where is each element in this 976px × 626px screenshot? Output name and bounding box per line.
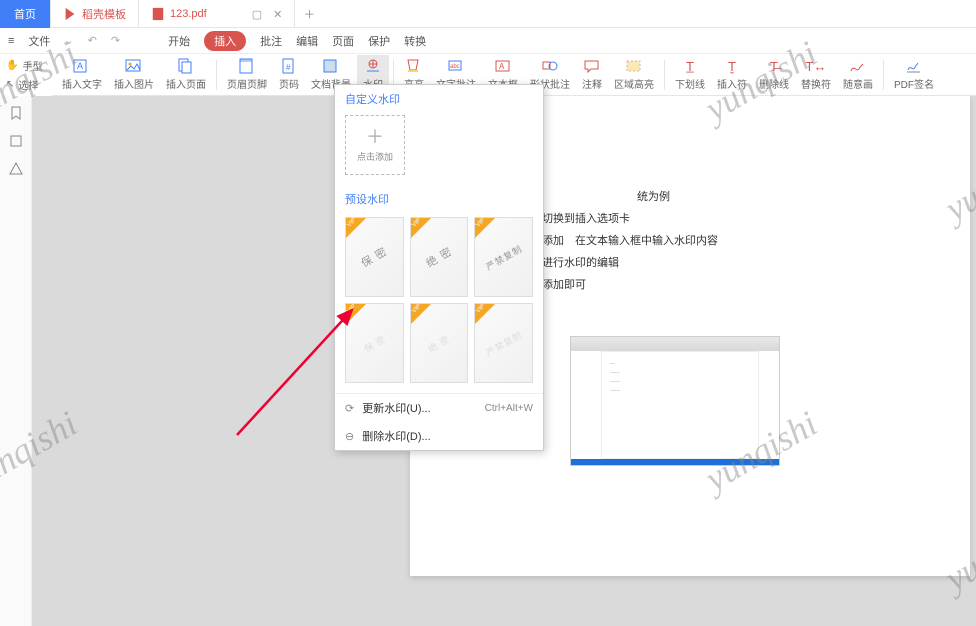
tab-template[interactable]: 稻壳模板 (51, 0, 139, 28)
preset-no-copy[interactable]: VIP严禁复制 (474, 217, 533, 297)
menu-redo[interactable]: ↷ (111, 34, 120, 47)
bg-icon (322, 58, 340, 74)
header-icon (238, 58, 256, 74)
image-icon (125, 58, 143, 74)
dd-section-custom: 自定义水印 (335, 85, 543, 111)
doc-line-2: 点击添加 在文本输入框中输入水印内容 (520, 230, 930, 252)
preset-top-secret-light[interactable]: VIP绝 密 (410, 303, 469, 383)
tool-replace-char[interactable]: T↔替换符 (795, 55, 837, 95)
pen-icon (849, 58, 867, 74)
svg-text:A: A (499, 62, 505, 71)
outline-icon[interactable] (9, 162, 23, 176)
tool-note[interactable]: 注释 (576, 55, 608, 95)
insertch-icon: T̬ (723, 58, 741, 74)
dd-update-watermark[interactable]: ⟳ 更新水印(U)... Ctrl+Alt+W (335, 394, 543, 422)
menu-page[interactable]: 页面 (332, 33, 354, 49)
tool-insert-pages[interactable]: 插入页面 (160, 55, 212, 95)
tab-file-label: 123.pdf (170, 8, 207, 20)
plus-icon: ＋ (366, 128, 384, 146)
dd-update-label: 更新水印(U)... (362, 400, 430, 416)
areahl-icon (625, 58, 643, 74)
tool-header-footer[interactable]: 页眉页脚 (221, 55, 273, 95)
select-mode[interactable]: ↖选择 (6, 77, 38, 92)
preset-confidential-light[interactable]: VIP保 密 (345, 303, 404, 383)
dd-section-preset: 预设水印 (335, 185, 543, 211)
tool-underline[interactable]: T̲下划线 (669, 55, 711, 95)
dd-add-label: 点击添加 (357, 150, 393, 163)
underline-icon: T̲ (681, 58, 699, 74)
highlight-icon (405, 58, 423, 74)
tool-strikethrough[interactable]: T̶删除线 (753, 55, 795, 95)
cursor-icon: ↖ (6, 79, 14, 90)
menu-annotate[interactable]: 批注 (260, 33, 282, 49)
sign-icon (905, 58, 923, 74)
bookmark-icon[interactable] (9, 106, 23, 120)
tool-insert-char[interactable]: T̬插入符 (711, 55, 753, 95)
doc-line-4: 确认添加即可 (520, 274, 930, 296)
thumbnails-icon[interactable] (9, 134, 23, 148)
doc-title: 统为例 (520, 186, 930, 208)
hand-icon: ✋ (6, 60, 18, 71)
menu-edit[interactable]: 编辑 (296, 33, 318, 49)
dd-delete-watermark[interactable]: ⊖ 删除水印(D)... (335, 422, 543, 450)
textannot-icon: abc (447, 58, 465, 74)
new-tab-button[interactable]: ＋ (295, 0, 323, 27)
svg-text:A: A (77, 61, 83, 71)
refresh-icon: ⟳ (345, 402, 354, 415)
preset-no-copy-light[interactable]: VIP严禁复制 (474, 303, 533, 383)
menu-hamburger[interactable]: ≡ (8, 35, 14, 47)
delete-icon: ⊖ (345, 430, 354, 443)
restore-icon[interactable]: ▢ (252, 8, 262, 21)
svg-text:abc: abc (450, 64, 460, 70)
svg-text:#: # (286, 63, 291, 72)
tab-home[interactable]: 首页 (0, 0, 51, 28)
tool-page-number[interactable]: #页码 (273, 55, 305, 95)
text-icon: A (73, 58, 91, 74)
embedded-thumbnail: ——————— (570, 336, 780, 466)
menu-caret[interactable]: ⌄ (64, 34, 73, 47)
close-icon[interactable]: ✕ (273, 8, 282, 21)
doc-line-1: 件 切换到插入选项卡 (520, 208, 930, 230)
preset-top-secret[interactable]: VIP绝 密 (410, 217, 469, 297)
template-icon (63, 7, 77, 21)
menu-insert[interactable]: 插入 (204, 31, 246, 51)
shape-icon (541, 58, 559, 74)
strike-icon: T̶ (765, 58, 783, 74)
watermark-dropdown: 自定义水印 ＋ 点击添加 预设水印 VIP保 密 VIP绝 密 VIP严禁复制 … (334, 84, 544, 451)
menu-undo[interactable]: ↶ (88, 34, 97, 47)
textbox-icon: A (494, 58, 512, 74)
tool-pdf-sign[interactable]: PDF签名 (888, 55, 940, 95)
menu-protect[interactable]: 保护 (368, 33, 390, 49)
left-mode-col: ✋手型 ↖选择 (0, 54, 52, 96)
pdf-icon (151, 7, 165, 21)
watermark-icon (364, 58, 382, 74)
dd-delete-label: 删除水印(D)... (362, 428, 430, 444)
replace-icon: T↔ (807, 58, 825, 74)
pages-icon (177, 58, 195, 74)
menu-convert[interactable]: 转换 (404, 33, 426, 49)
preset-confidential[interactable]: VIP保 密 (345, 217, 404, 297)
tab-template-label: 稻壳模板 (82, 6, 126, 22)
note-icon (583, 58, 601, 74)
menu-start[interactable]: 开始 (168, 33, 190, 49)
title-bar: 首页 稻壳模板 123.pdf ▢ ✕ ＋ (0, 0, 976, 28)
doc-line-3: 页面进行水印的编辑 (520, 252, 930, 274)
tool-freehand[interactable]: 随意画 (837, 55, 879, 95)
menu-bar: ≡ 文件 ⌄ ↶ ↷ 开始 插入 批注 编辑 页面 保护 转换 (0, 28, 976, 54)
tool-area-highlight[interactable]: 区域高亮 (608, 55, 660, 95)
pagenum-icon: # (280, 58, 298, 74)
tab-file[interactable]: 123.pdf ▢ ✕ (139, 0, 295, 28)
tool-insert-image[interactable]: 插入图片 (108, 55, 160, 95)
hand-mode[interactable]: ✋手型 (6, 58, 42, 73)
tool-insert-text[interactable]: A插入文字 (56, 55, 108, 95)
sidebar (0, 96, 32, 626)
menu-file[interactable]: 文件 (28, 33, 50, 49)
dd-shortcut: Ctrl+Alt+W (485, 403, 533, 414)
dd-add-custom[interactable]: ＋ 点击添加 (345, 115, 405, 175)
